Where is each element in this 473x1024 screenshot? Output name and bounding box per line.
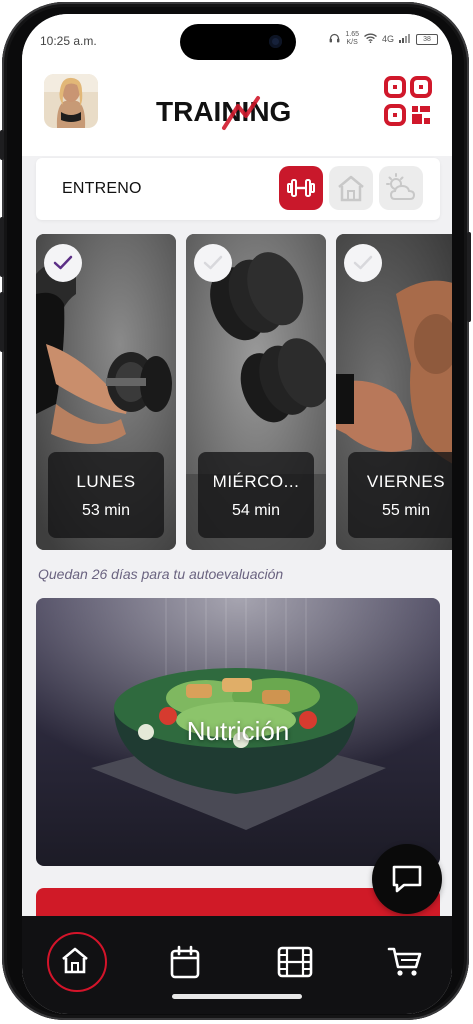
- nutrition-title: Nutrición: [186, 716, 290, 746]
- nav-shop[interactable]: [375, 932, 435, 992]
- section-tabs: ENTRENO: [36, 158, 440, 220]
- camera-icon: [269, 35, 282, 48]
- status-icons: 1.65 K/S 4G 38: [329, 31, 438, 47]
- dumbbell-icon: [287, 179, 315, 197]
- workout-card[interactable]: LUNES 53 min: [36, 234, 176, 550]
- home-indicator[interactable]: [172, 994, 302, 999]
- headphones-icon: [329, 33, 340, 45]
- home-icon: [62, 947, 88, 974]
- workout-duration: 54 min: [231, 502, 281, 519]
- speed-unit: K/S: [346, 39, 358, 46]
- workout-card[interactable]: VIERNES 55 min: [336, 234, 452, 550]
- dynamic-island: [180, 24, 296, 60]
- workout-carousel[interactable]: LUNES 53 min MIÉRCO... 54 min VIERNES 55…: [36, 234, 452, 550]
- app-screen: 10:25 a.m. 1.65 K/S 4G 38 TRAINING ENTRE…: [22, 14, 452, 1014]
- volume-up-button: [0, 217, 4, 277]
- workout-info: LUNES 53 min: [48, 452, 164, 538]
- logo-text: TRAINING: [156, 96, 291, 127]
- check-icon: [353, 255, 373, 270]
- chat-button[interactable]: [372, 844, 442, 914]
- completed-check[interactable]: [44, 244, 82, 282]
- workout-card[interactable]: MIÉRCO... 54 min: [186, 234, 326, 550]
- check-icon: [53, 255, 73, 270]
- check-icon: [203, 255, 223, 270]
- power-button: [467, 232, 471, 322]
- cart-icon: [387, 947, 422, 976]
- tab-outdoor[interactable]: [379, 166, 423, 210]
- chat-icon: [392, 865, 422, 893]
- silent-switch: [0, 130, 4, 160]
- battery-indicator: 38: [416, 33, 438, 45]
- tab-home[interactable]: [329, 166, 373, 210]
- workout-duration: 55 min: [381, 502, 431, 519]
- app-header: TRAINING: [22, 60, 452, 156]
- calendar-icon: [170, 945, 200, 979]
- qr-code-button[interactable]: [384, 76, 432, 126]
- status-bar: 10:25 a.m. 1.65 K/S 4G 38: [22, 14, 452, 60]
- qr-code-icon: [384, 76, 432, 126]
- phone-frame: 10:25 a.m. 1.65 K/S 4G 38 TRAINING ENTRE…: [0, 2, 471, 1020]
- signal-icon: [399, 33, 411, 45]
- net-speed: 1.65 K/S: [345, 31, 359, 47]
- training-logo: TRAINING: [156, 90, 322, 134]
- speed-value: 1.65: [345, 31, 359, 38]
- network-type: 4G: [381, 34, 394, 44]
- workout-info: VIERNES 55 min: [348, 452, 452, 538]
- weather-icon: [386, 173, 416, 200]
- wifi-icon: [364, 33, 377, 45]
- tab-gym[interactable]: [279, 166, 323, 210]
- evaluation-countdown: Quedan 26 días para tu autoevaluación: [38, 566, 284, 582]
- bottom-navigation: [22, 916, 452, 1014]
- workout-day: VIERNES: [366, 472, 446, 491]
- avatar[interactable]: [44, 74, 98, 128]
- pending-check[interactable]: [344, 244, 382, 282]
- nav-home[interactable]: [47, 932, 107, 992]
- home-icon: [338, 175, 364, 202]
- section-title: ENTRENO: [62, 180, 142, 197]
- nav-videos[interactable]: [265, 932, 325, 992]
- workout-info: MIÉRCO... 54 min: [198, 452, 314, 538]
- status-time: 10:25 a.m.: [40, 34, 97, 48]
- workout-day: MIÉRCO...: [212, 472, 300, 491]
- nutrition-card[interactable]: Nutrición: [36, 598, 440, 866]
- volume-down-button: [0, 292, 4, 352]
- film-icon: [277, 946, 313, 978]
- nav-calendar[interactable]: [155, 932, 215, 992]
- pending-check[interactable]: [194, 244, 232, 282]
- workout-day: LUNES: [76, 472, 136, 491]
- workout-duration: 53 min: [81, 502, 131, 519]
